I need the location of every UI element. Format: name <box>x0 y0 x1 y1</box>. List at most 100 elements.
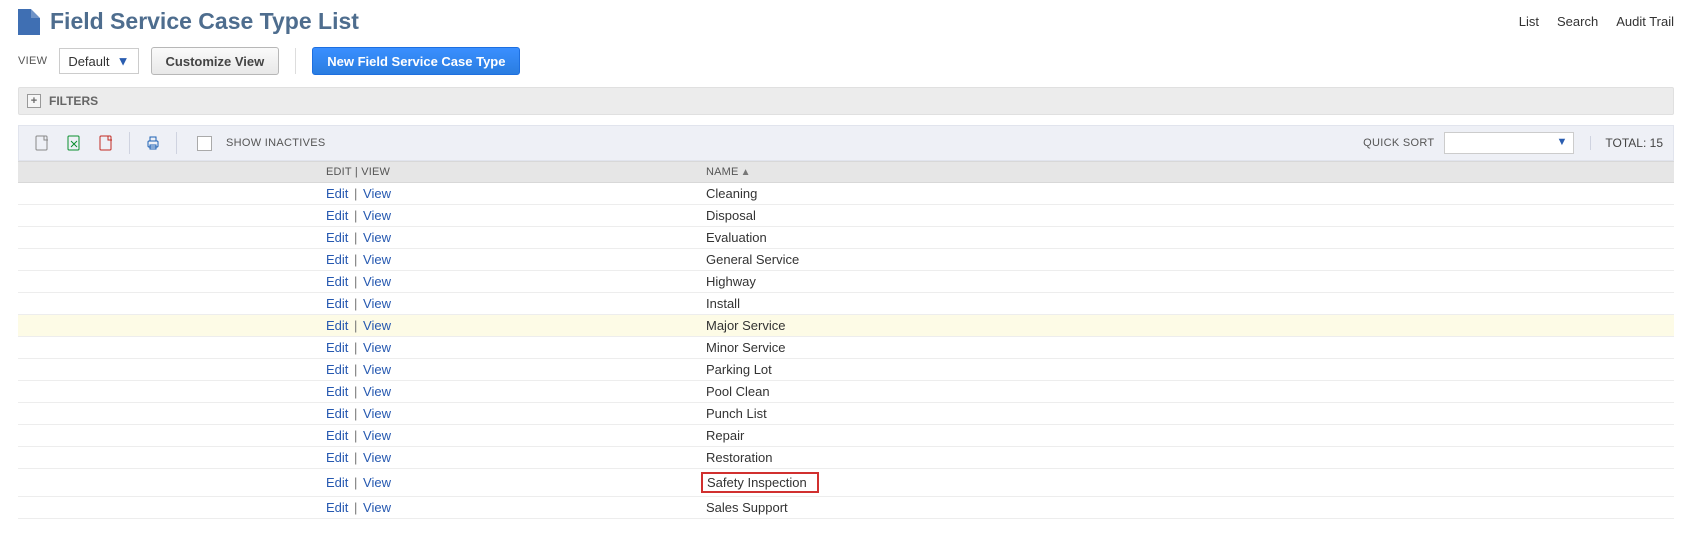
edit-link[interactable]: Edit <box>326 274 348 289</box>
view-link[interactable]: View <box>363 274 391 289</box>
view-link[interactable]: View <box>363 500 391 515</box>
pipe-separator: | <box>350 362 361 377</box>
cell-spacer <box>18 447 318 469</box>
cell-name: Minor Service <box>698 337 1674 359</box>
cell-actions: Edit | View <box>318 359 698 381</box>
cell-actions: Edit | View <box>318 293 698 315</box>
header-links: List Search Audit Trail <box>1519 8 1674 29</box>
table-row: Edit | ViewHighway <box>18 271 1674 293</box>
table-row: Edit | ViewEvaluation <box>18 227 1674 249</box>
cell-actions: Edit | View <box>318 227 698 249</box>
cell-name: Sales Support <box>698 497 1674 519</box>
cell-actions: Edit | View <box>318 381 698 403</box>
view-select-value: Default <box>68 54 109 69</box>
pipe-separator: | <box>350 450 361 465</box>
cell-spacer <box>18 227 318 249</box>
cell-spacer <box>18 403 318 425</box>
edit-link[interactable]: Edit <box>326 208 348 223</box>
link-audit-trail[interactable]: Audit Trail <box>1616 14 1674 29</box>
col-header-name[interactable]: NAME▲ <box>698 162 1674 183</box>
table-row: Edit | ViewMajor Service <box>18 315 1674 337</box>
pipe-separator: | <box>350 500 361 515</box>
cell-spacer <box>18 271 318 293</box>
link-search[interactable]: Search <box>1557 14 1598 29</box>
pipe-separator: | <box>350 384 361 399</box>
edit-link[interactable]: Edit <box>326 384 348 399</box>
cell-name: Highway <box>698 271 1674 293</box>
table-row: Edit | ViewInstall <box>18 293 1674 315</box>
edit-link[interactable]: Edit <box>326 340 348 355</box>
edit-link[interactable]: Edit <box>326 362 348 377</box>
export-xls-icon[interactable] <box>61 130 87 156</box>
cell-spacer <box>18 315 318 337</box>
cell-name: Punch List <box>698 403 1674 425</box>
pipe-separator: | <box>350 475 361 490</box>
table-row: Edit | View Sales Support <box>18 497 1674 519</box>
total-count: TOTAL: 15 <box>1590 136 1663 150</box>
cell-name: Cleaning <box>698 183 1674 205</box>
cell-name: Major Service <box>698 315 1674 337</box>
new-case-type-button[interactable]: New Field Service Case Type <box>312 47 520 75</box>
edit-link[interactable]: Edit <box>326 318 348 333</box>
cell-name: Restoration <box>698 447 1674 469</box>
cell-spacer <box>18 425 318 447</box>
edit-link[interactable]: Edit <box>326 230 348 245</box>
cell-actions: Edit | View <box>318 315 698 337</box>
page-title: Field Service Case Type List <box>50 8 359 35</box>
export-csv-icon[interactable] <box>29 130 55 156</box>
cell-actions: Edit | View <box>318 205 698 227</box>
pipe-separator: | <box>350 428 361 443</box>
show-inactives-checkbox[interactable] <box>197 136 212 151</box>
cell-name: Evaluation <box>698 227 1674 249</box>
filters-label: FILTERS <box>49 94 98 108</box>
edit-link[interactable]: Edit <box>326 428 348 443</box>
edit-link[interactable]: Edit <box>326 296 348 311</box>
edit-link[interactable]: Edit <box>326 500 348 515</box>
view-link[interactable]: View <box>363 428 391 443</box>
print-icon[interactable] <box>140 130 166 156</box>
view-select[interactable]: Default ▼ <box>59 48 138 74</box>
cell-spacer <box>18 205 318 227</box>
edit-link[interactable]: Edit <box>326 406 348 421</box>
cell-name: Pool Clean <box>698 381 1674 403</box>
edit-link[interactable]: Edit <box>326 450 348 465</box>
pipe-separator: | <box>350 340 361 355</box>
export-pdf-icon[interactable] <box>93 130 119 156</box>
pipe-separator: | <box>350 230 361 245</box>
view-link[interactable]: View <box>363 475 391 490</box>
view-link[interactable]: View <box>363 406 391 421</box>
view-link[interactable]: View <box>363 208 391 223</box>
edit-link[interactable]: Edit <box>326 475 348 490</box>
customize-view-button[interactable]: Customize View <box>151 47 280 75</box>
table-row: Edit | ViewPunch List <box>18 403 1674 425</box>
edit-link[interactable]: Edit <box>326 252 348 267</box>
expand-filters-icon[interactable]: + <box>27 94 41 108</box>
view-link[interactable]: View <box>363 450 391 465</box>
cell-spacer <box>18 497 318 519</box>
view-link[interactable]: View <box>363 252 391 267</box>
cell-name: Repair <box>698 425 1674 447</box>
pipe-separator: | <box>350 252 361 267</box>
link-list[interactable]: List <box>1519 14 1539 29</box>
view-link[interactable]: View <box>363 296 391 311</box>
cell-spacer <box>18 183 318 205</box>
table-row: Edit | ViewGeneral Service <box>18 249 1674 271</box>
edit-link[interactable]: Edit <box>326 186 348 201</box>
cell-spacer <box>18 469 318 497</box>
quick-sort-select[interactable]: ▼ <box>1444 132 1574 154</box>
chevron-down-icon: ▼ <box>117 54 130 69</box>
cell-spacer <box>18 293 318 315</box>
show-inactives-label: SHOW INACTIVES <box>226 137 326 149</box>
cell-name: Install <box>698 293 1674 315</box>
view-link[interactable]: View <box>363 362 391 377</box>
view-link[interactable]: View <box>363 340 391 355</box>
view-link[interactable]: View <box>363 318 391 333</box>
separator <box>176 132 177 154</box>
view-link[interactable]: View <box>363 230 391 245</box>
pipe-separator: | <box>350 318 361 333</box>
view-label: VIEW <box>18 55 47 67</box>
col-header-spacer <box>18 162 318 183</box>
cell-actions: Edit | View <box>318 447 698 469</box>
view-link[interactable]: View <box>363 186 391 201</box>
view-link[interactable]: View <box>363 384 391 399</box>
